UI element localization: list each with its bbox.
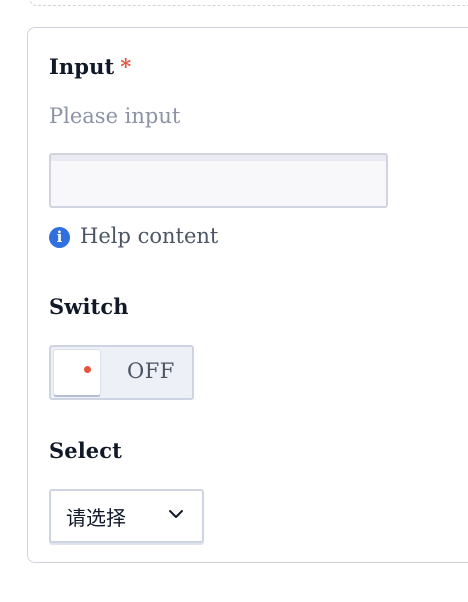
- input-hint-text: Please input: [49, 104, 181, 128]
- help-text: Help content: [80, 224, 219, 248]
- previous-card-dashed-border: [30, 0, 468, 6]
- switch-state-text: OFF: [127, 359, 175, 383]
- select-field-label: Select: [49, 438, 122, 463]
- input-label-text: Input: [49, 54, 115, 79]
- select-value: 请选择: [66, 505, 126, 530]
- required-asterisk: *: [120, 54, 132, 79]
- switch-field-label: Switch: [49, 294, 129, 319]
- info-icon: i: [49, 226, 70, 248]
- chevron-down-icon: [169, 510, 183, 518]
- input-field-label: Input *: [49, 54, 131, 79]
- switch-knob[interactable]: [54, 350, 100, 395]
- text-input[interactable]: [49, 153, 388, 208]
- switch-status-dot-icon: [84, 366, 91, 373]
- toggle-switch[interactable]: OFF: [49, 345, 194, 400]
- select-dropdown[interactable]: 请选择: [49, 489, 204, 543]
- form-card: Input * Please input i Help content Switc…: [27, 27, 468, 563]
- help-message: i Help content: [49, 224, 218, 248]
